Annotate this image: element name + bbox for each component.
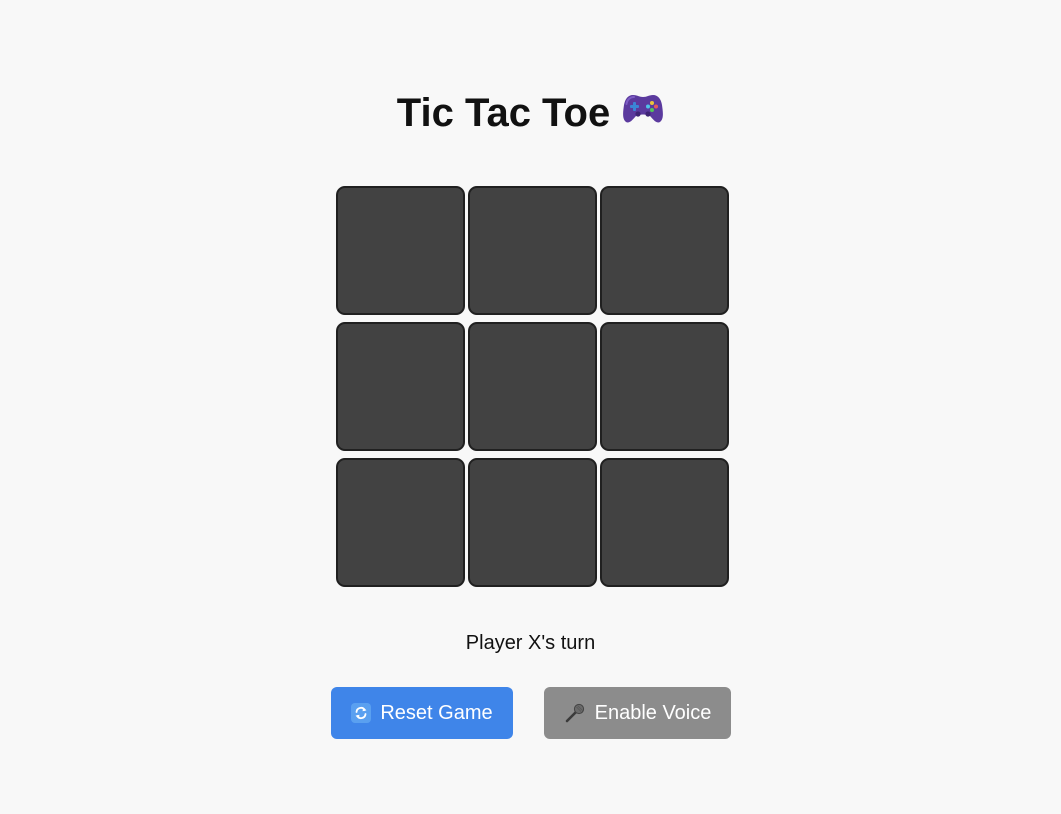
game-board (336, 186, 730, 588)
board-cell-7[interactable] (336, 458, 465, 587)
board-cell-2[interactable] (468, 186, 597, 315)
board-cell-5[interactable] (468, 322, 597, 451)
page-title: Tic Tac Toe (0, 88, 1061, 140)
board-cell-4[interactable] (336, 322, 465, 451)
board-cell-3[interactable] (600, 186, 729, 315)
turn-status: Player X's turn (465, 632, 596, 654)
microphone-icon (564, 702, 586, 724)
tic-tac-toe-app: Tic Tac Toe Player X's turn Reset Game E… (0, 0, 1061, 814)
game-controller-icon (622, 87, 664, 137)
board-cell-9[interactable] (600, 458, 729, 587)
reset-game-button[interactable]: Reset Game (331, 687, 513, 739)
board-cell-8[interactable] (468, 458, 597, 587)
board-cell-1[interactable] (336, 186, 465, 315)
reset-button-label: Reset Game (380, 701, 493, 724)
title-text: Tic Tac Toe (396, 91, 611, 135)
board-cell-6[interactable] (600, 322, 729, 451)
voice-button-label: Enable Voice (594, 701, 712, 724)
refresh-icon (351, 703, 372, 723)
enable-voice-button[interactable]: Enable Voice (544, 687, 731, 739)
